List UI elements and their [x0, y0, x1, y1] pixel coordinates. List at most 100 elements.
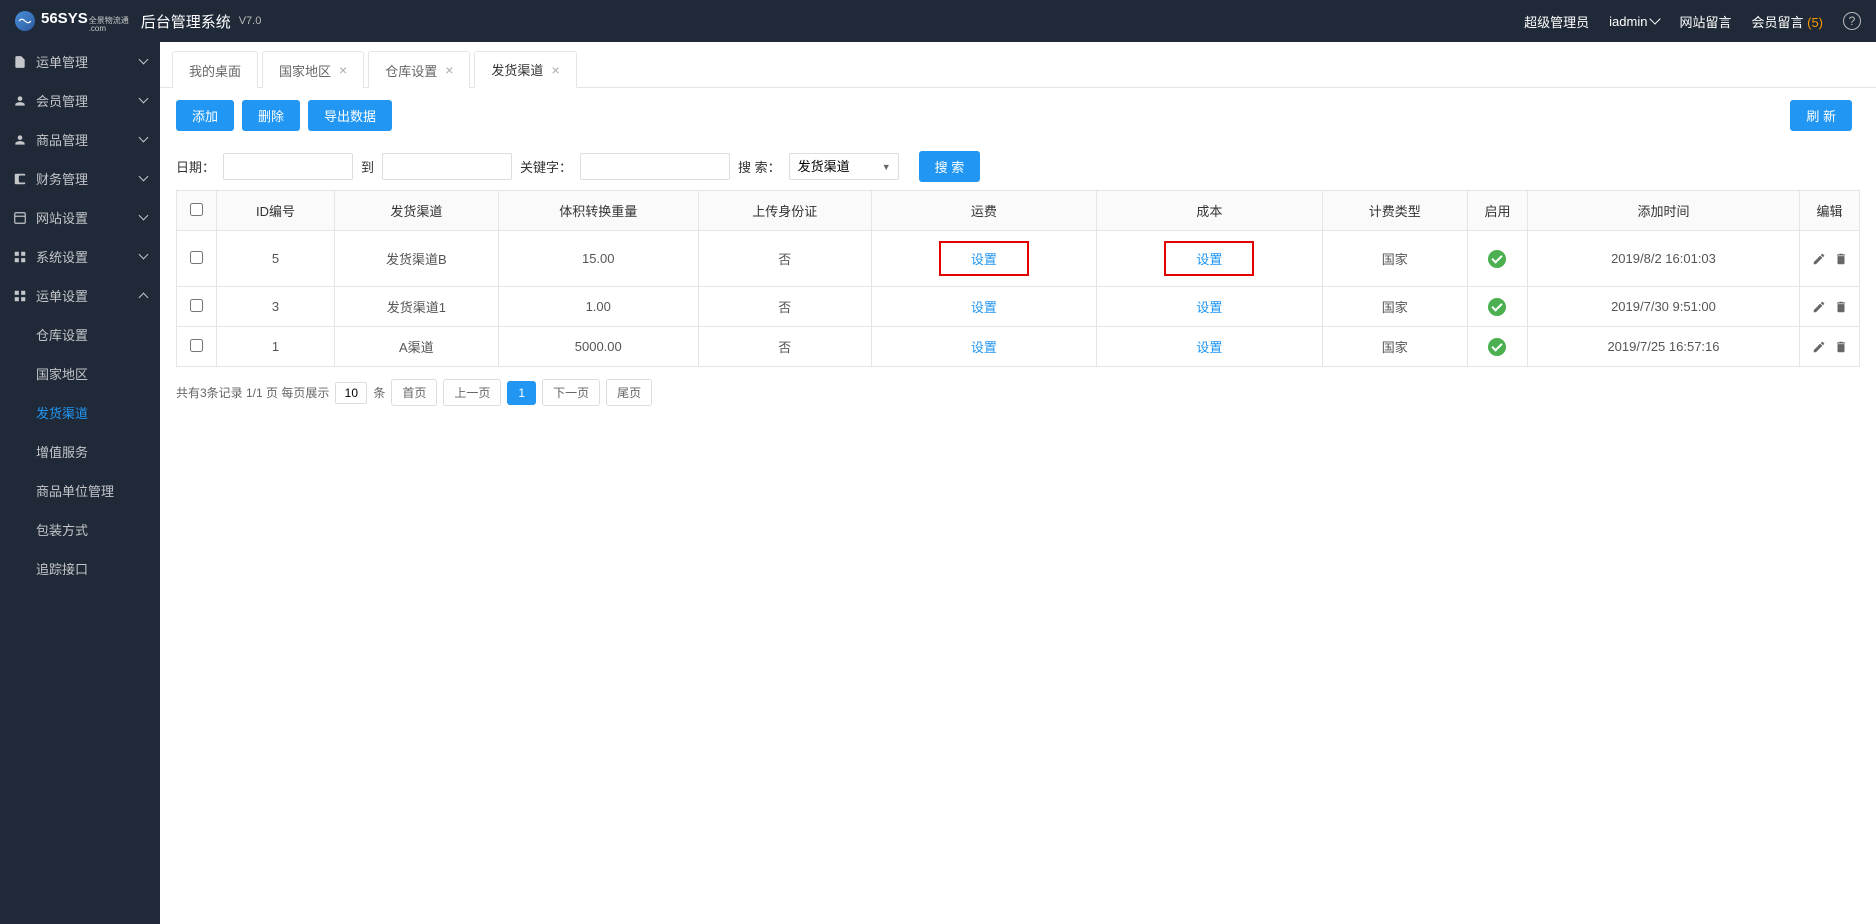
cell-type: 国家 — [1322, 287, 1467, 327]
nav-item-3[interactable]: 财务管理 — [0, 159, 160, 198]
sub-nav-item-2[interactable]: 发货渠道 — [0, 393, 160, 432]
add-button[interactable]: 添加 — [176, 100, 234, 131]
row-checkbox[interactable] — [190, 251, 203, 264]
cell-time: 2019/8/2 16:01:03 — [1527, 231, 1799, 287]
system-title: 后台管理系统 — [141, 11, 231, 32]
nav-item-5[interactable]: 系统设置 — [0, 237, 160, 276]
cell-channel: A渠道 — [335, 327, 499, 367]
row-checkbox[interactable] — [190, 339, 203, 352]
current-page-button[interactable]: 1 — [507, 381, 536, 405]
doc-icon — [12, 54, 28, 70]
delete-icon[interactable] — [1834, 340, 1848, 354]
member-msg-link[interactable]: 会员留言 (5) — [1751, 12, 1823, 31]
nav-item-4[interactable]: 网站设置 — [0, 198, 160, 237]
edit-icon[interactable] — [1812, 300, 1826, 314]
per-page-input[interactable] — [335, 382, 367, 404]
sub-nav-item-3[interactable]: 增值服务 — [0, 432, 160, 471]
cell-freight: 设置 — [871, 327, 1096, 367]
system-version: V7.0 — [239, 15, 262, 27]
pagination: 共有3条记录 1/1 页 每页展示 条 首页 上一页 1 下一页 尾页 — [160, 367, 1876, 418]
freight-set-link[interactable]: 设置 — [971, 300, 997, 315]
export-button[interactable]: 导出数据 — [308, 100, 392, 131]
prev-page-button[interactable]: 上一页 — [443, 379, 501, 406]
date-label: 日期： — [176, 157, 215, 176]
chevron-down-icon — [1650, 13, 1661, 24]
delete-button[interactable]: 删除 — [242, 100, 300, 131]
nav-item-order-settings[interactable]: 运单设置 — [0, 276, 160, 315]
cell-actions — [1800, 231, 1860, 287]
cell-enabled — [1467, 287, 1527, 327]
site-msg-link[interactable]: 网站留言 — [1679, 12, 1731, 31]
select-all-checkbox[interactable] — [190, 203, 203, 216]
tab-3[interactable]: 发货渠道× — [474, 51, 576, 88]
keyword-input[interactable] — [580, 153, 730, 180]
tab-bar: 我的桌面国家地区×仓库设置×发货渠道× — [160, 42, 1876, 88]
first-page-button[interactable]: 首页 — [391, 379, 437, 406]
tab-0[interactable]: 我的桌面 — [172, 51, 258, 88]
user-icon — [12, 132, 28, 148]
next-page-button[interactable]: 下一页 — [542, 379, 600, 406]
cell-channel: 发货渠道B — [335, 231, 499, 287]
date-from-input[interactable] — [223, 153, 353, 180]
pagination-info: 共有3条记录 1/1 页 每页展示 — [176, 384, 329, 401]
chevron-down-icon — [138, 252, 148, 262]
check-icon — [1488, 298, 1506, 316]
toolbar: 添加 删除 导出数据 刷 新 — [160, 88, 1876, 143]
search-button[interactable]: 搜 索 — [919, 151, 981, 182]
cell-freight: 设置 — [871, 287, 1096, 327]
check-icon — [1488, 250, 1506, 268]
table-row: 5发货渠道B15.00否设置设置国家2019/8/2 16:01:03 — [177, 231, 1860, 287]
cost-set-link[interactable]: 设置 — [1196, 300, 1222, 315]
logo-icon — [15, 11, 35, 31]
nav-item-0[interactable]: 运单管理 — [0, 42, 160, 81]
col-header-9: 编辑 — [1800, 191, 1860, 231]
chevron-down-icon — [138, 213, 148, 223]
nav-item-2[interactable]: 商品管理 — [0, 120, 160, 159]
tab-close-icon[interactable]: × — [445, 62, 453, 78]
tab-close-icon[interactable]: × — [339, 62, 347, 78]
date-to-label: 到 — [361, 157, 374, 176]
cell-weight: 15.00 — [498, 231, 698, 287]
delete-icon[interactable] — [1834, 300, 1848, 314]
freight-set-link[interactable]: 设置 — [971, 252, 997, 267]
cost-set-link[interactable]: 设置 — [1196, 340, 1222, 355]
sub-nav-item-0[interactable]: 仓库设置 — [0, 315, 160, 354]
search-type-select[interactable]: 发货渠道 — [789, 153, 899, 180]
tab-close-icon[interactable]: × — [551, 62, 559, 78]
cost-set-link[interactable]: 设置 — [1196, 252, 1222, 267]
cell-cost: 设置 — [1097, 327, 1322, 367]
col-header-2: 体积转换重量 — [498, 191, 698, 231]
grid-icon — [12, 249, 28, 265]
sub-nav-item-4[interactable]: 商品单位管理 — [0, 471, 160, 510]
delete-icon[interactable] — [1834, 252, 1848, 266]
freight-set-link[interactable]: 设置 — [971, 340, 997, 355]
wallet-icon — [12, 171, 28, 187]
cell-id: 5 — [217, 231, 335, 287]
chevron-down-icon — [138, 57, 148, 67]
pagination-unit: 条 — [373, 384, 385, 401]
cell-actions — [1800, 287, 1860, 327]
chevron-down-icon — [138, 174, 148, 184]
tab-2[interactable]: 仓库设置× — [368, 51, 470, 88]
row-checkbox[interactable] — [190, 299, 203, 312]
sub-nav-item-6[interactable]: 追踪接口 — [0, 549, 160, 588]
date-to-input[interactable] — [382, 153, 512, 180]
logo: 56SYS 全景物流通 .com — [15, 10, 129, 33]
tab-1[interactable]: 国家地区× — [262, 51, 364, 88]
nav-item-1[interactable]: 会员管理 — [0, 81, 160, 120]
logo-main-text: 56SYS — [41, 10, 88, 27]
cell-type: 国家 — [1322, 327, 1467, 367]
last-page-button[interactable]: 尾页 — [606, 379, 652, 406]
sub-nav-item-1[interactable]: 国家地区 — [0, 354, 160, 393]
cell-weight: 1.00 — [498, 287, 698, 327]
user-icon — [12, 93, 28, 109]
edit-icon[interactable] — [1812, 252, 1826, 266]
user-dropdown[interactable]: iadmin — [1609, 14, 1659, 29]
edit-icon[interactable] — [1812, 340, 1826, 354]
sub-nav-item-5[interactable]: 包装方式 — [0, 510, 160, 549]
refresh-button[interactable]: 刷 新 — [1790, 100, 1852, 131]
help-icon[interactable]: ? — [1843, 12, 1861, 30]
cell-enabled — [1467, 327, 1527, 367]
cell-id: 1 — [217, 327, 335, 367]
cell-cost: 设置 — [1097, 287, 1322, 327]
